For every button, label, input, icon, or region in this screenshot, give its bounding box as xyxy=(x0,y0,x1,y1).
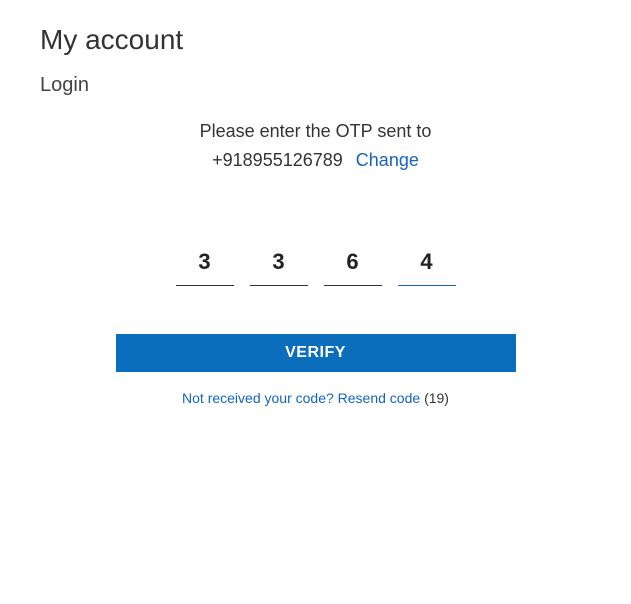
otp-digit-1[interactable] xyxy=(176,243,234,286)
change-phone-link[interactable]: Change xyxy=(356,150,419,170)
verify-button[interactable]: VERIFY xyxy=(116,334,516,372)
resend-prefix: Not received your code? xyxy=(182,390,338,406)
otp-instruction: Please enter the OTP sent to xyxy=(100,121,531,142)
resend-action: Resend code xyxy=(338,390,421,406)
resend-row: Not received your code? Resend code (19) xyxy=(100,390,531,406)
otp-digit-4[interactable] xyxy=(398,243,456,286)
page-subtitle: Login xyxy=(40,74,591,97)
resend-link[interactable]: Not received your code? Resend code xyxy=(182,390,420,406)
otp-input-row xyxy=(100,243,531,286)
otp-digit-2[interactable] xyxy=(250,243,308,286)
page-title: My account xyxy=(40,24,591,56)
otp-form: Please enter the OTP sent to +9189551267… xyxy=(40,121,591,406)
phone-row: +918955126789 Change xyxy=(100,150,531,171)
resend-countdown: (19) xyxy=(424,390,449,406)
phone-number: +918955126789 xyxy=(212,150,343,170)
otp-digit-3[interactable] xyxy=(324,243,382,286)
